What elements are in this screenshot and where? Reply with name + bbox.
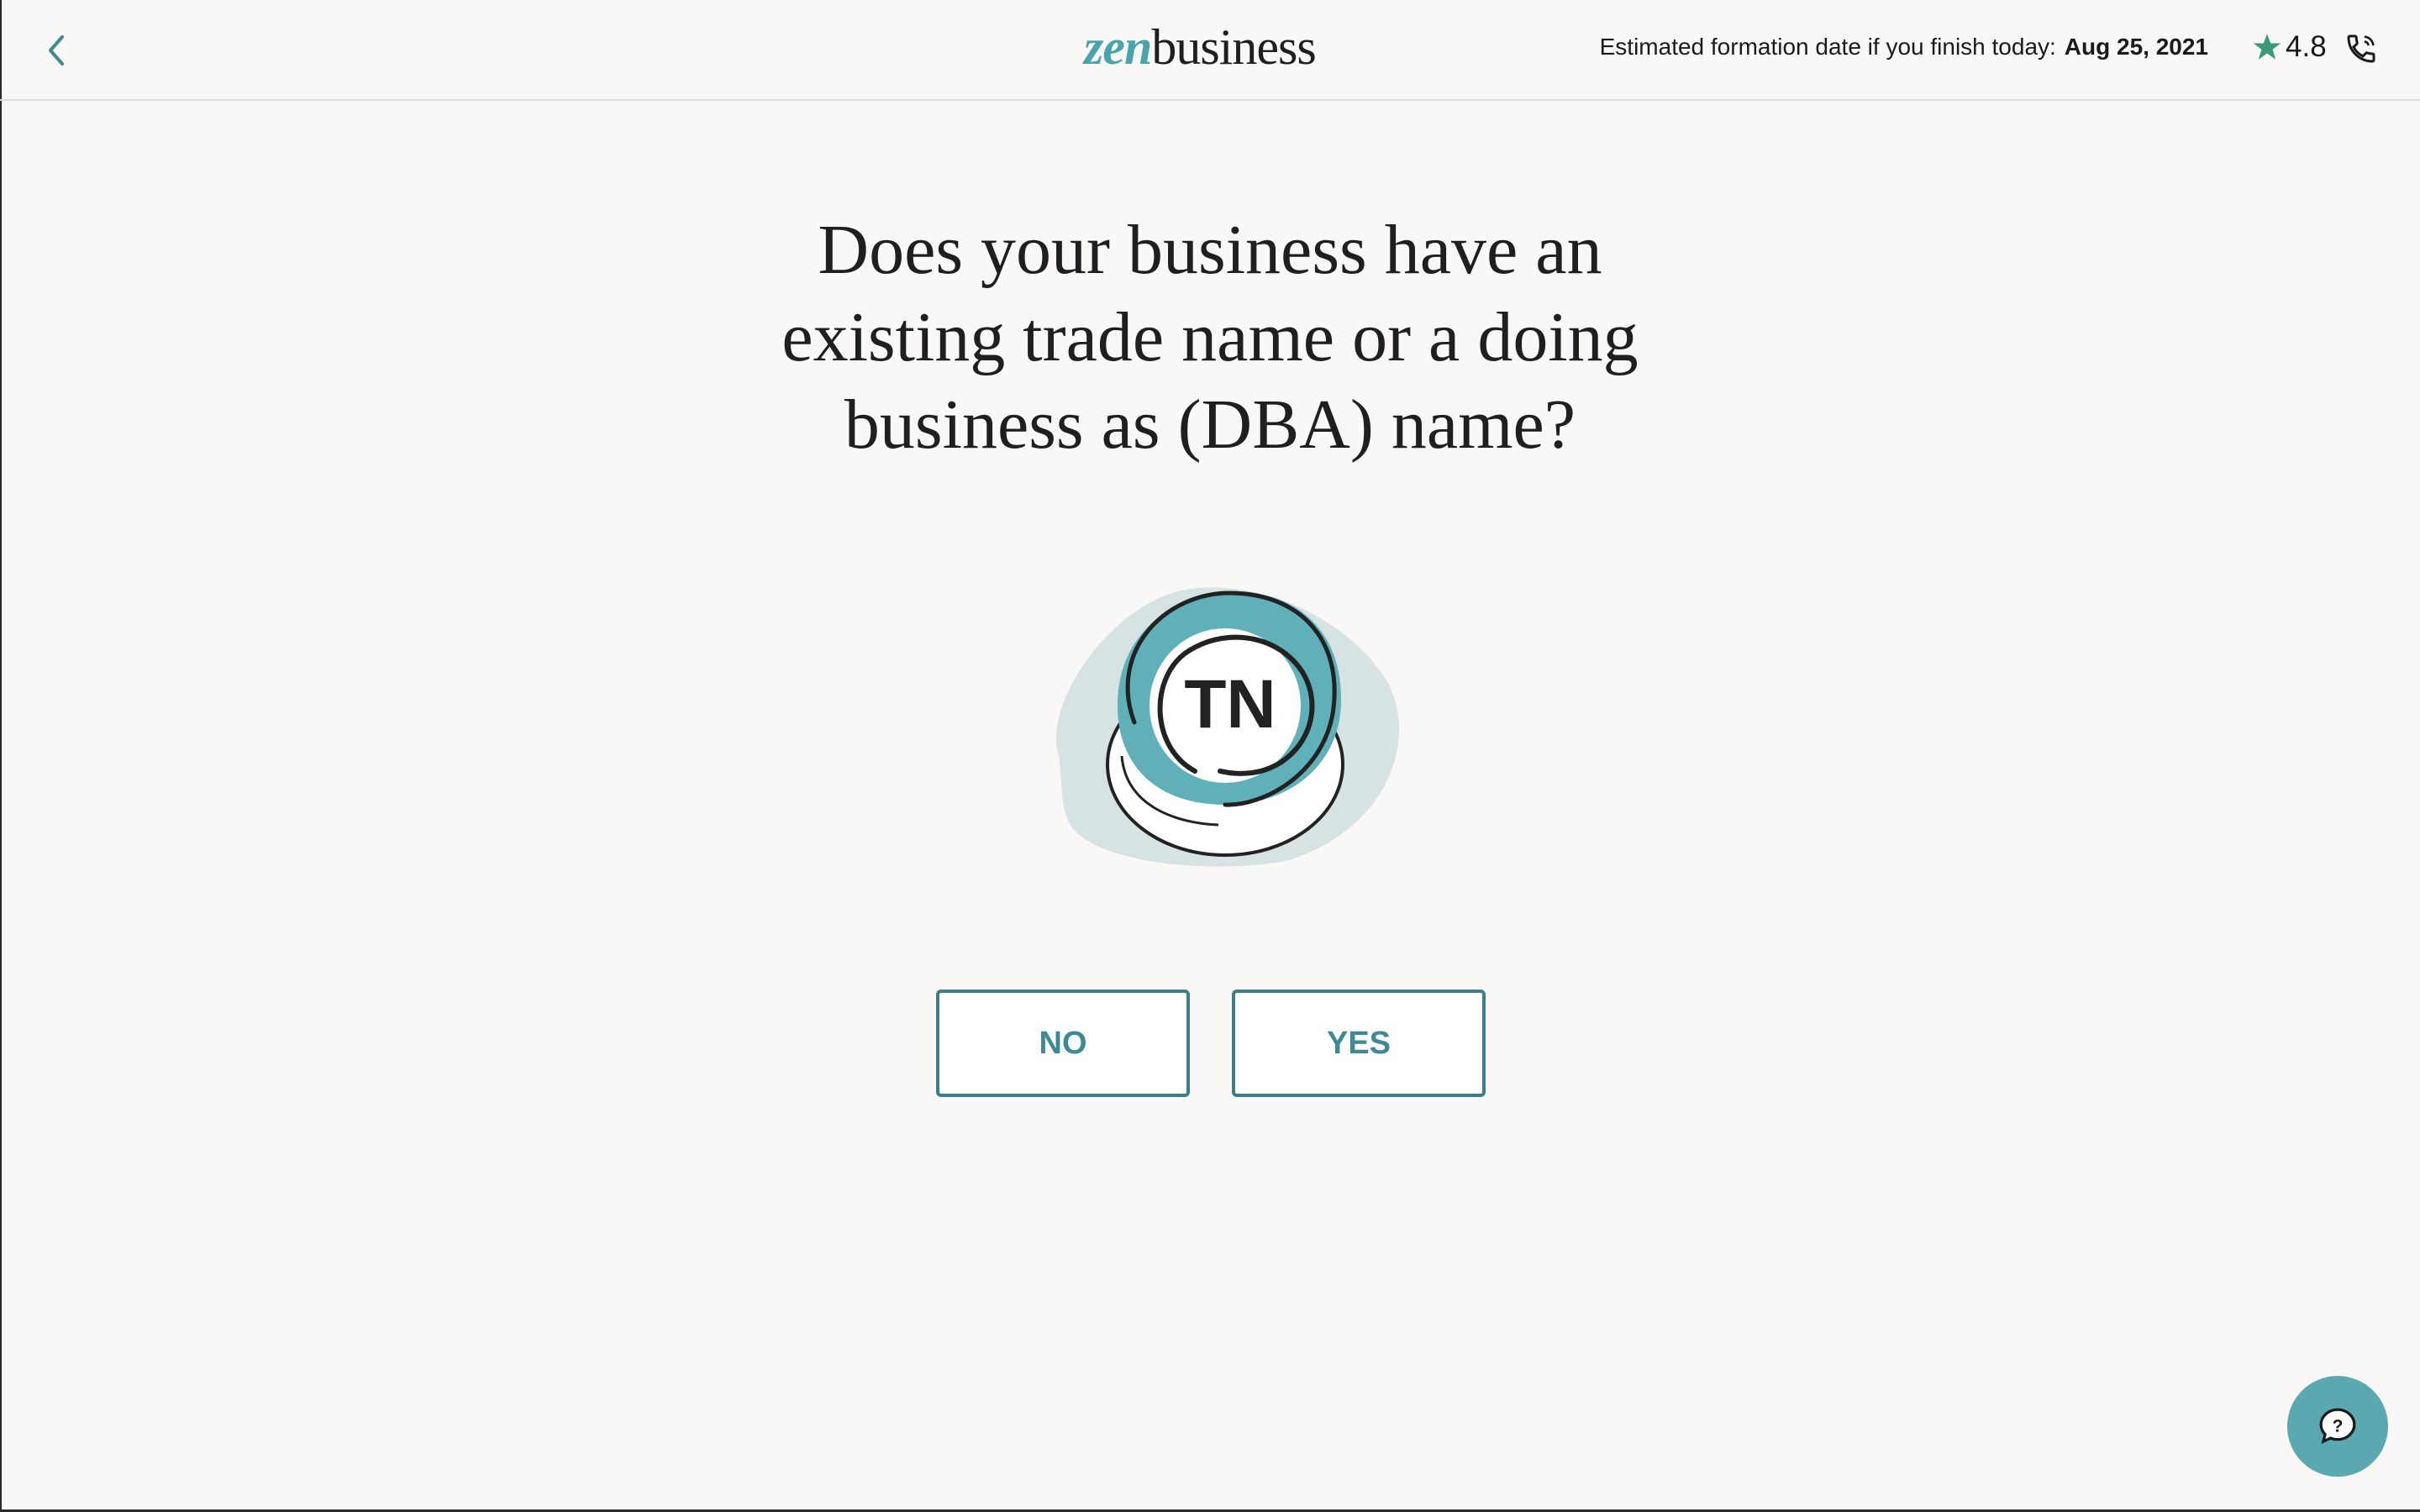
question-line-2: existing trade name or a doing <box>781 298 1639 376</box>
trade-name-seal-icon: TN <box>1055 587 1399 867</box>
question-line-3: business as (DBA) name? <box>844 386 1576 464</box>
trade-name-illustration: TN <box>1008 580 1412 874</box>
no-button[interactable]: NO <box>936 990 1190 1097</box>
phone-icon <box>2347 34 2375 63</box>
question-heading: Does your business have an existing trad… <box>706 207 1714 469</box>
estimate-label: Estimated formation date if you finish t… <box>1599 34 2056 60</box>
rating-value: 4.8 <box>2286 30 2327 63</box>
chevron-left-icon <box>49 35 64 66</box>
formation-estimate: Estimated formation date if you finish t… <box>1600 34 2208 60</box>
estimate-date: Aug 25, 2021 <box>2064 34 2208 60</box>
question-line-1: Does your business have an <box>818 211 1602 289</box>
back-button[interactable] <box>40 30 74 71</box>
star-icon <box>2253 34 2281 60</box>
logo-zen: zen <box>1084 19 1152 75</box>
svg-text:?: ? <box>2333 1417 2344 1436</box>
chat-question-icon: ? <box>2319 1408 2356 1444</box>
zenbusiness-logo[interactable]: zen business <box>1084 18 1317 77</box>
logo-business: business <box>1151 19 1316 75</box>
yes-button[interactable]: YES <box>1232 990 1486 1097</box>
rating: 4.8 <box>2252 30 2327 64</box>
phone-button[interactable] <box>2344 32 2378 66</box>
illustration-tn-text: TN <box>1184 666 1276 743</box>
top-bar: zen business Estimated formation date if … <box>0 0 2420 101</box>
help-chat-button[interactable]: ? <box>2287 1376 2388 1477</box>
